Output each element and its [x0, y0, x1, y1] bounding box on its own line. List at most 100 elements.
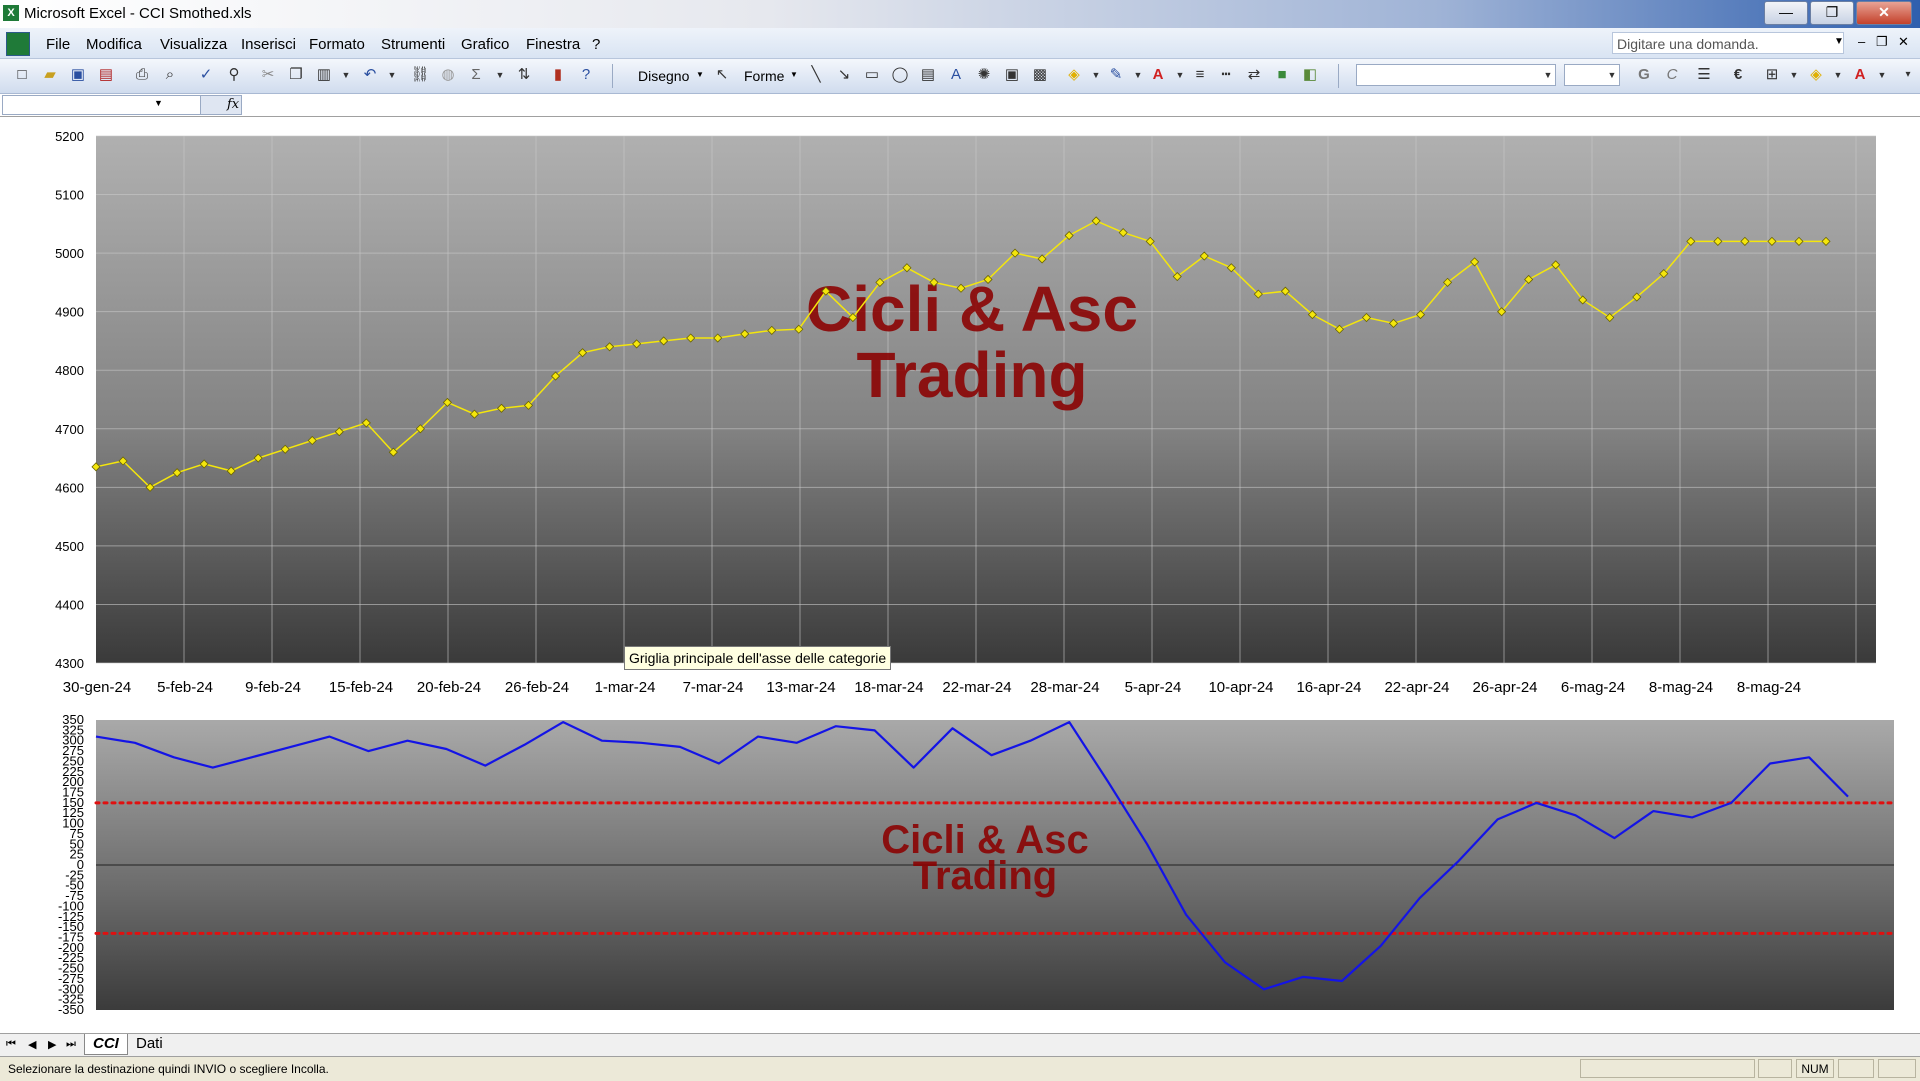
research-icon[interactable]: ⚲	[224, 65, 244, 85]
borders-icon[interactable]: ⊞	[1762, 65, 1782, 85]
price-x-tick-label: 7-mar-24	[683, 679, 744, 696]
price-y-tick-label: 4400	[55, 597, 84, 612]
line-color-icon[interactable]: ✎	[1106, 65, 1126, 85]
price-x-tick-label: 28-mar-24	[1030, 679, 1099, 696]
font-size-dropdown-icon[interactable]: ▼	[1605, 65, 1619, 85]
menu-visualizza[interactable]: Visualizza	[160, 36, 227, 53]
italic-button[interactable]: C	[1662, 65, 1682, 85]
tab-dati[interactable]: Dati	[128, 1034, 171, 1054]
3d-style-icon[interactable]: ◧	[1300, 65, 1320, 85]
draw-menu-button[interactable]: Disegno	[638, 68, 689, 84]
menu-modifica[interactable]: Modifica	[86, 36, 142, 53]
cci-chart-y-axis[interactable]: 3503253002752502252001751501251007550250…	[58, 712, 84, 1017]
line-style-icon[interactable]: ≡	[1190, 65, 1210, 85]
menu-help[interactable]: ?	[592, 36, 600, 53]
bold-button[interactable]: G	[1634, 65, 1654, 85]
align-center-icon[interactable]: ☰	[1694, 65, 1714, 85]
chart-type-icon[interactable]: ◍	[438, 65, 458, 85]
ask-question-input[interactable]: Digitare una domanda.	[1612, 32, 1844, 54]
oval-icon[interactable]: ◯	[890, 65, 910, 85]
rectangle-icon[interactable]: ▭	[862, 65, 882, 85]
font-color-dropdown-icon[interactable]: ▼	[1170, 65, 1190, 85]
undo-icon[interactable]: ↶	[360, 65, 380, 85]
paste-dropdown-icon[interactable]: ▼	[336, 65, 356, 85]
autosum-icon[interactable]: Σ	[466, 65, 486, 85]
last-sheet-icon[interactable]: ⏭	[66, 1038, 76, 1051]
spelling-icon[interactable]: ✓	[196, 65, 216, 85]
clipart-icon[interactable]: ▣	[1002, 65, 1022, 85]
euro-button[interactable]: €	[1728, 65, 1748, 85]
arrow-style-icon[interactable]: ⇄	[1244, 65, 1264, 85]
minimize-button[interactable]: —	[1764, 1, 1808, 25]
doc-restore-button[interactable]: ❐	[1876, 34, 1888, 50]
arrow-icon[interactable]: ↘	[834, 65, 854, 85]
line-icon[interactable]: ╲	[806, 65, 826, 85]
fill-color-icon[interactable]: ◈	[1064, 65, 1084, 85]
diagram-icon[interactable]: ✺	[974, 65, 994, 85]
chart-sheet-area[interactable]: 4300 4400 4500 4600 4700 4800 4900 5000 5100 5200…	[0, 117, 1920, 1033]
insert-function-button[interactable]: fx	[200, 95, 242, 115]
menu-formato[interactable]: Formato	[309, 36, 365, 53]
print-preview-icon[interactable]: ⌕	[160, 65, 180, 85]
doc-minimize-button[interactable]: –	[1858, 34, 1865, 49]
prev-sheet-icon[interactable]: ◀	[28, 1038, 36, 1051]
font-name-dropdown-icon[interactable]: ▼	[1541, 65, 1555, 85]
menu-finestra[interactable]: Finestra	[526, 36, 580, 53]
open-folder-icon[interactable]: ▰	[40, 65, 60, 85]
cci-chart-watermark-line2: Trading	[913, 854, 1057, 898]
borders-dropdown-icon[interactable]: ▼	[1784, 65, 1804, 85]
close-button[interactable]: ✕	[1856, 1, 1912, 25]
toolbar-options-icon[interactable]: ▾	[1898, 65, 1918, 85]
font-size-combo[interactable]: ▼	[1564, 64, 1620, 86]
tab-cci[interactable]: CCI	[84, 1034, 128, 1055]
fill-color-dropdown-icon[interactable]: ▼	[1086, 65, 1106, 85]
restore-button[interactable]: ❐	[1810, 1, 1854, 25]
charts-svg[interactable]: 4300 4400 4500 4600 4700 4800 4900 5000 5100 5200…	[0, 117, 1920, 1033]
line-color-dropdown-icon[interactable]: ▼	[1128, 65, 1148, 85]
cell-fill-dropdown-icon[interactable]: ▼	[1828, 65, 1848, 85]
cell-fill-icon[interactable]: ◈	[1806, 65, 1826, 85]
new-document-icon[interactable]: □	[12, 65, 32, 85]
textbox-icon[interactable]: ▤	[918, 65, 938, 85]
cell-font-color-icon[interactable]: A	[1850, 65, 1870, 85]
font-color-icon[interactable]: A	[1148, 65, 1168, 85]
dash-style-icon[interactable]: ┅	[1216, 65, 1236, 85]
font-name-combo[interactable]: ▼	[1356, 64, 1556, 86]
chart-tooltip: Griglia principale dell'asse delle categ…	[624, 646, 892, 670]
draw-dropdown-icon[interactable]: ▼	[696, 70, 704, 79]
price-x-tick-label: 8-mag-24	[1649, 679, 1713, 696]
workbook-icon[interactable]	[6, 32, 30, 56]
name-box-dropdown-icon[interactable]: ▼	[154, 98, 163, 108]
print-icon[interactable]: ⎙	[132, 65, 152, 85]
sort-icon[interactable]: ⇅	[514, 65, 534, 85]
doc-close-button[interactable]: ✕	[1898, 34, 1909, 50]
menu-inserisci[interactable]: Inserisci	[241, 36, 296, 53]
shadow-icon[interactable]: ■	[1272, 65, 1292, 85]
price-chart-x-axis[interactable]: 30-gen-24 5-feb-24 9-feb-24 15-feb-24 20-feb…	[63, 679, 1801, 696]
cut-icon[interactable]: ✂	[258, 65, 278, 85]
undo-dropdown-icon[interactable]: ▼	[382, 65, 402, 85]
menu-file[interactable]: File	[46, 36, 70, 53]
first-sheet-icon[interactable]: ⏮	[6, 1038, 16, 1051]
save-icon[interactable]: ▣	[68, 65, 88, 85]
chart-wizard-icon[interactable]: ▮	[548, 65, 568, 85]
menu-strumenti[interactable]: Strumenti	[381, 36, 445, 53]
insert-picture-icon[interactable]: ▩	[1030, 65, 1050, 85]
price-chart-y-axis[interactable]: 4300 4400 4500 4600 4700 4800 4900 5000 5100 5200	[55, 129, 84, 671]
menu-grafico[interactable]: Grafico	[461, 36, 509, 53]
paste-icon[interactable]: ▥	[314, 65, 334, 85]
autosum-dropdown-icon[interactable]: ▼	[490, 65, 510, 85]
wordart-icon[interactable]: A	[946, 65, 966, 85]
price-x-tick-label: 5-feb-24	[157, 679, 213, 696]
help-icon[interactable]: ?	[576, 65, 596, 85]
hyperlink-icon[interactable]: ⛓	[410, 65, 430, 85]
next-sheet-icon[interactable]: ▶	[48, 1038, 56, 1051]
ask-dropdown-icon[interactable]: ▼	[1834, 36, 1844, 47]
autoshapes-button[interactable]: Forme	[744, 68, 784, 84]
excel-app-icon[interactable]: X	[3, 5, 19, 21]
cell-font-color-dropdown-icon[interactable]: ▼	[1872, 65, 1892, 85]
permission-icon[interactable]: ▤	[96, 65, 116, 85]
select-objects-icon[interactable]: ↖	[712, 65, 732, 85]
autoshapes-dropdown-icon[interactable]: ▼	[790, 70, 798, 79]
copy-icon[interactable]: ❐	[286, 65, 306, 85]
